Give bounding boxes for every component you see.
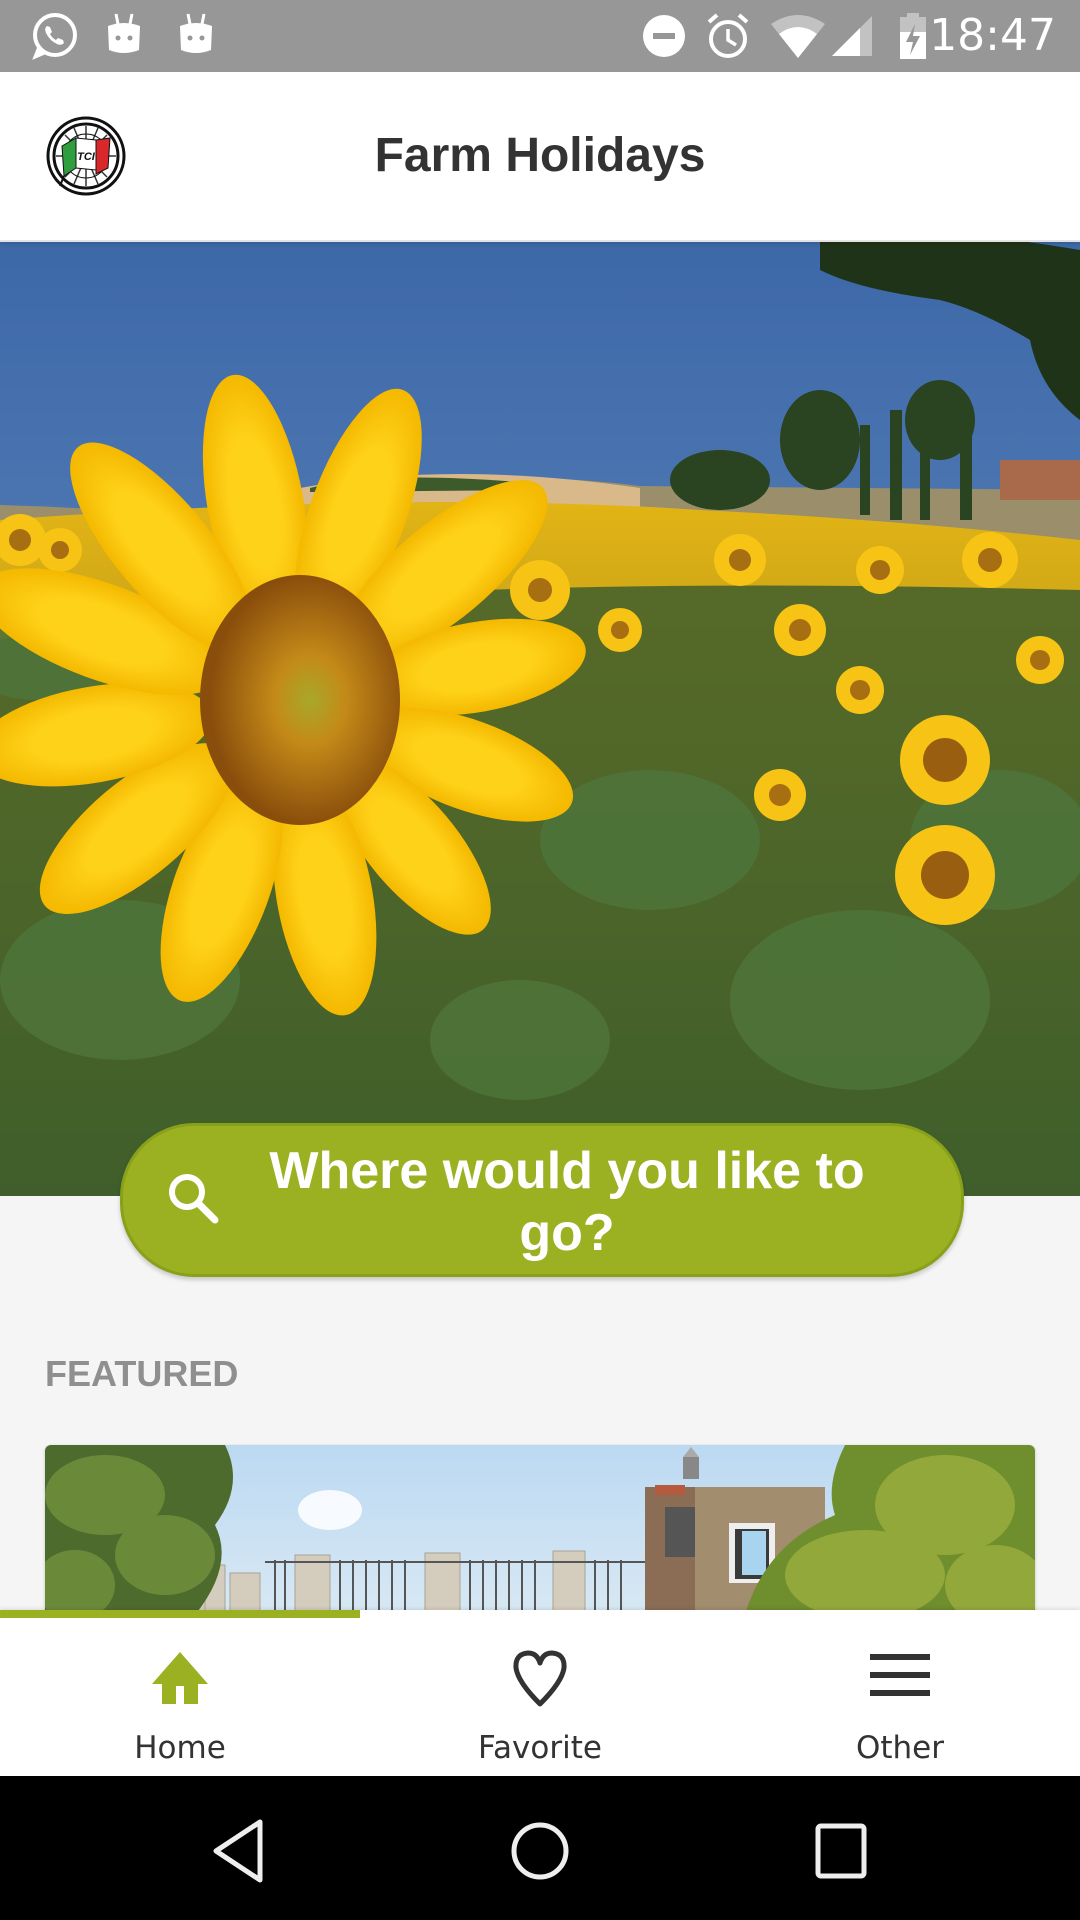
system-navigation-bar <box>0 1776 1080 1920</box>
bottom-navigation: Home Favorite Other <box>0 1610 1080 1776</box>
featured-card-image <box>45 1445 1035 1615</box>
nav-label-favorite: Favorite <box>478 1730 602 1766</box>
nav-label-other: Other <box>855 1730 945 1766</box>
section-title-featured: FEATURED <box>45 1353 239 1394</box>
nav-tab-favorite[interactable]: Favorite <box>360 1618 720 1776</box>
hero-image <box>0 240 1080 1196</box>
menu-icon <box>870 1648 930 1708</box>
heart-icon <box>510 1648 570 1708</box>
android-icon <box>104 10 144 65</box>
back-icon <box>200 1819 280 1890</box>
alarm-icon <box>706 12 750 65</box>
android-icon <box>176 10 216 65</box>
signal-icon <box>830 14 874 63</box>
battery-charging-icon <box>898 12 928 65</box>
whatsapp-icon <box>28 10 80 67</box>
featured-card[interactable] <box>45 1445 1035 1615</box>
wifi-icon <box>770 14 826 63</box>
status-bar: 18:47 <box>0 0 1080 72</box>
status-time: 18:47 <box>929 10 1056 61</box>
search-icon <box>167 1172 223 1233</box>
search-button[interactable]: Where would you like to go? <box>120 1123 964 1277</box>
recents-icon <box>800 1823 880 1890</box>
home-icon <box>150 1648 210 1708</box>
app-bar: TCI Farm Holidays <box>0 72 1080 242</box>
do-not-disturb-icon <box>642 14 686 63</box>
search-prompt: Where would you like to go? <box>269 1142 865 1262</box>
back-button[interactable] <box>200 1816 280 1886</box>
nav-label-home: Home <box>134 1730 226 1766</box>
nav-tab-other[interactable]: Other <box>720 1618 1080 1776</box>
home-button[interactable] <box>500 1816 580 1886</box>
page-title: Farm Holidays <box>374 129 706 182</box>
active-tab-indicator <box>0 1610 360 1618</box>
home-circle-icon <box>500 1822 580 1890</box>
nav-tab-home[interactable]: Home <box>0 1618 360 1776</box>
recents-button[interactable] <box>800 1816 880 1886</box>
